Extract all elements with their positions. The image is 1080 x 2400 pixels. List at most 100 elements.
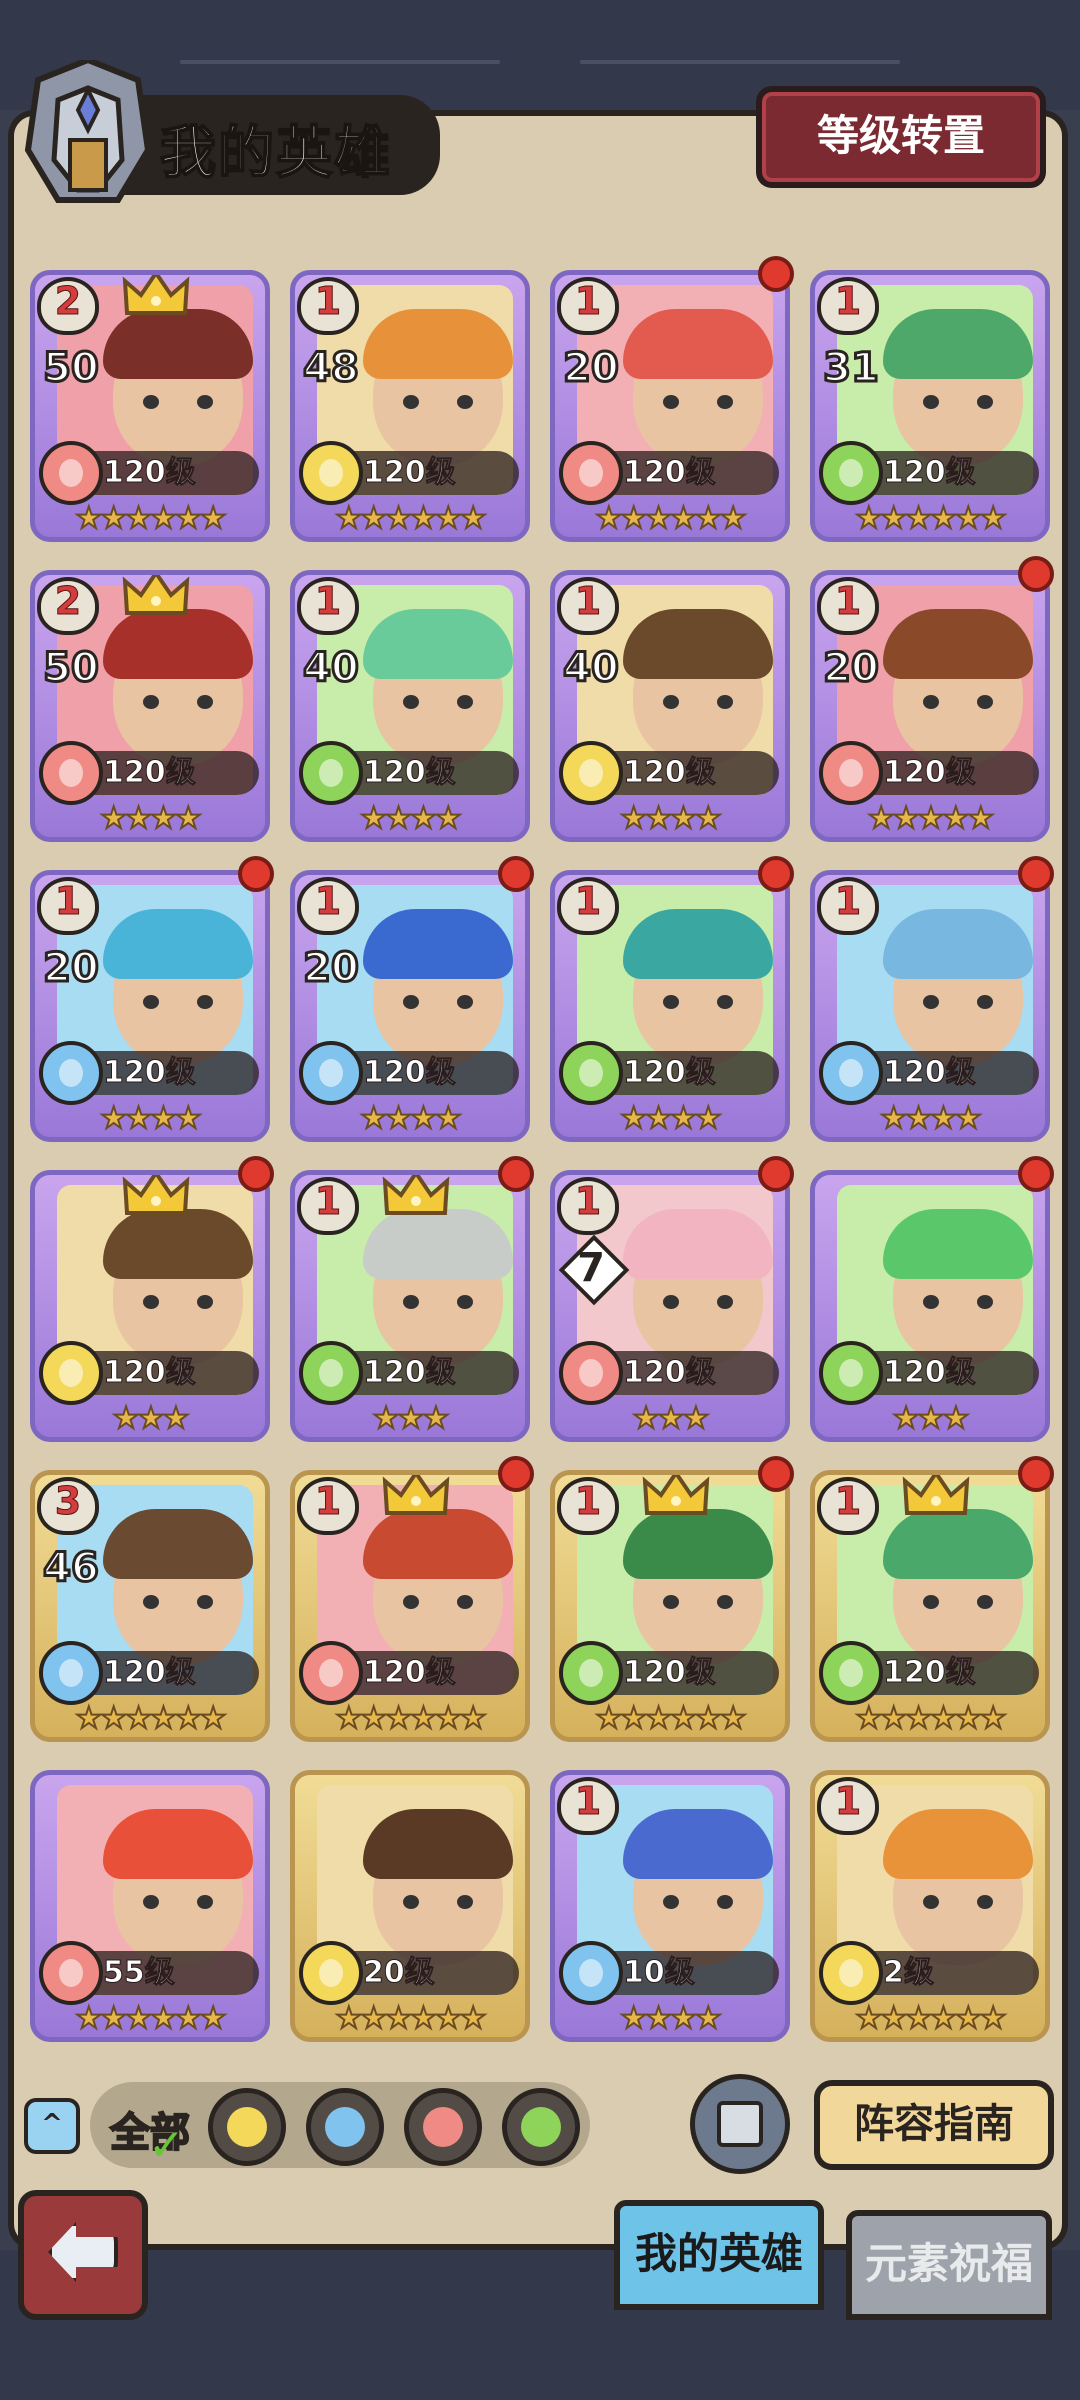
hero-card[interactable]: 1 120级 ★★★★★★ xyxy=(810,1470,1050,1742)
chevron-up-icon[interactable]: ^ xyxy=(24,2098,80,2154)
hero-hair xyxy=(363,1509,513,1579)
badge-number: 46 xyxy=(42,1544,101,1593)
filter-earth-icon[interactable] xyxy=(208,2088,286,2166)
hero-card[interactable]: 3 46 120级 ★★★★★★ xyxy=(30,1470,270,1742)
star-rating: ★★★★★★ xyxy=(334,2000,487,2037)
wind-element-icon xyxy=(559,1041,623,1105)
hero-card[interactable]: 1 120级 ★★★★★★ xyxy=(550,1470,790,1742)
star-rating: ★★★★ xyxy=(99,800,203,837)
hero-hair xyxy=(883,1509,1033,1579)
notification-dot xyxy=(498,856,534,892)
hero-card[interactable]: 1 10级 ★★★★ xyxy=(550,1770,790,2042)
hero-eyes xyxy=(663,1295,733,1309)
star-rating: ★★★★ xyxy=(619,800,723,837)
hero-level: 10级 xyxy=(623,1955,696,1991)
hero-hair xyxy=(363,609,513,679)
hero-level: 120级 xyxy=(363,1355,457,1391)
star-rating: ★★★★ xyxy=(619,1100,723,1137)
notification-dot xyxy=(1018,856,1054,892)
rank-number: 1 xyxy=(834,1479,862,1524)
filter-wind-icon[interactable] xyxy=(502,2088,580,2166)
hero-card[interactable]: 2 50 120级 ★★★★ xyxy=(30,570,270,842)
rank-number: 1 xyxy=(314,1179,342,1224)
hero-card[interactable]: 1 20 120级 ★★★★★★ xyxy=(550,270,790,542)
hero-card[interactable]: 1 120级 ★★★ xyxy=(290,1170,530,1442)
hero-card[interactable]: 1 40 120级 ★★★★ xyxy=(550,570,790,842)
star-rating: ★★★ xyxy=(112,1400,191,1437)
badge-number: 20 xyxy=(822,644,881,693)
rank-shield-icon: 3 xyxy=(35,1475,105,1539)
hero-card[interactable]: 1 2级 ★★★★★★ xyxy=(810,1770,1050,2042)
back-arrow-icon[interactable] xyxy=(18,2190,148,2320)
tab-my-heroes[interactable]: 我的英雄 xyxy=(614,2200,824,2310)
hero-hair xyxy=(103,909,253,979)
hero-card[interactable]: 55级 ★★★★★★ xyxy=(30,1770,270,2042)
hero-card[interactable]: 1 7 120级 ★★★ xyxy=(550,1170,790,1442)
hero-hair xyxy=(883,609,1033,679)
hero-eyes xyxy=(663,1595,733,1609)
hero-hair xyxy=(103,1509,253,1579)
tab-element-blessing[interactable]: 元素祝福 xyxy=(846,2210,1052,2320)
hero-card[interactable]: 1 48 120级 ★★★★★★ xyxy=(290,270,530,542)
hero-card[interactable]: 1 40 120级 ★★★★ xyxy=(290,570,530,842)
earth-element-icon xyxy=(819,1941,883,2005)
rank-shield-icon: 1 xyxy=(815,875,885,939)
rank-number: 2 xyxy=(54,579,82,624)
hero-card[interactable]: 1 120级 ★★★★ xyxy=(810,870,1050,1142)
water-element-icon xyxy=(39,1641,103,1705)
filter-fire-icon[interactable] xyxy=(404,2088,482,2166)
hero-level: 120级 xyxy=(363,1055,457,1091)
hero-card[interactable]: 1 20 120级 ★★★★ xyxy=(30,870,270,1142)
filter-water-icon[interactable] xyxy=(306,2088,384,2166)
fire-element-icon xyxy=(39,741,103,805)
star-rating: ★★★ xyxy=(632,1400,711,1437)
save-icon[interactable] xyxy=(690,2074,790,2174)
hero-card[interactable]: 1 20 120级 ★★★★ xyxy=(290,870,530,1142)
crown-icon xyxy=(381,1175,451,1219)
hero-card[interactable]: 1 120级 ★★★★ xyxy=(550,870,790,1142)
hero-level: 120级 xyxy=(623,1655,717,1691)
hero-level: 120级 xyxy=(103,1055,197,1091)
water-element-icon xyxy=(819,1041,883,1105)
badge-number: 20 xyxy=(562,344,621,393)
fire-element-icon xyxy=(559,441,623,505)
crown-icon xyxy=(641,1475,711,1519)
rank-number: 1 xyxy=(574,1179,602,1224)
hero-eyes xyxy=(403,1895,473,1909)
level-transfer-button[interactable]: 等级转置 xyxy=(756,86,1046,188)
hero-card[interactable]: 1 31 120级 ★★★★★★ xyxy=(810,270,1050,542)
check-icon: ✓ xyxy=(148,2120,185,2171)
rank-shield-icon: 1 xyxy=(295,1475,365,1539)
hero-card[interactable]: 1 20 120级 ★★★★★ xyxy=(810,570,1050,842)
hero-card[interactable]: 2 50 120级 ★★★★★★ xyxy=(30,270,270,542)
hero-eyes xyxy=(923,995,993,1009)
rank-shield-icon: 1 xyxy=(295,575,365,639)
hero-level: 120级 xyxy=(623,1355,717,1391)
rank-shield-icon: 2 xyxy=(35,575,105,639)
star-badge: 40 xyxy=(297,639,365,697)
rank-number: 1 xyxy=(574,1479,602,1524)
hero-card[interactable]: 120级 ★★★ xyxy=(810,1170,1050,1442)
star-rating: ★★★★★★ xyxy=(854,500,1007,537)
hero-level: 120级 xyxy=(883,455,977,491)
rank-shield-icon: 1 xyxy=(815,1775,885,1839)
notification-dot xyxy=(758,1456,794,1492)
hero-eyes xyxy=(663,395,733,409)
helmet-icon xyxy=(18,56,158,210)
badge-number: 40 xyxy=(302,644,361,693)
hero-level: 120级 xyxy=(883,1055,977,1091)
hero-hair xyxy=(883,909,1033,979)
hero-card[interactable]: 120级 ★★★ xyxy=(30,1170,270,1442)
star-badge: 40 xyxy=(557,639,625,697)
star-badge: 48 xyxy=(297,339,365,397)
hero-eyes xyxy=(143,1595,213,1609)
badge-number: 31 xyxy=(822,344,881,393)
hero-hair xyxy=(103,609,253,679)
hero-card[interactable]: 20级 ★★★★★★ xyxy=(290,1770,530,2042)
hero-card[interactable]: 1 120级 ★★★★★★ xyxy=(290,1470,530,1742)
hero-level: 120级 xyxy=(623,755,717,791)
lineup-guide-button[interactable]: 阵容指南 xyxy=(814,2080,1054,2170)
star-badge: 20 xyxy=(557,339,625,397)
rank-number: 1 xyxy=(314,1479,342,1524)
star-rating: ★★★★★ xyxy=(867,800,995,837)
